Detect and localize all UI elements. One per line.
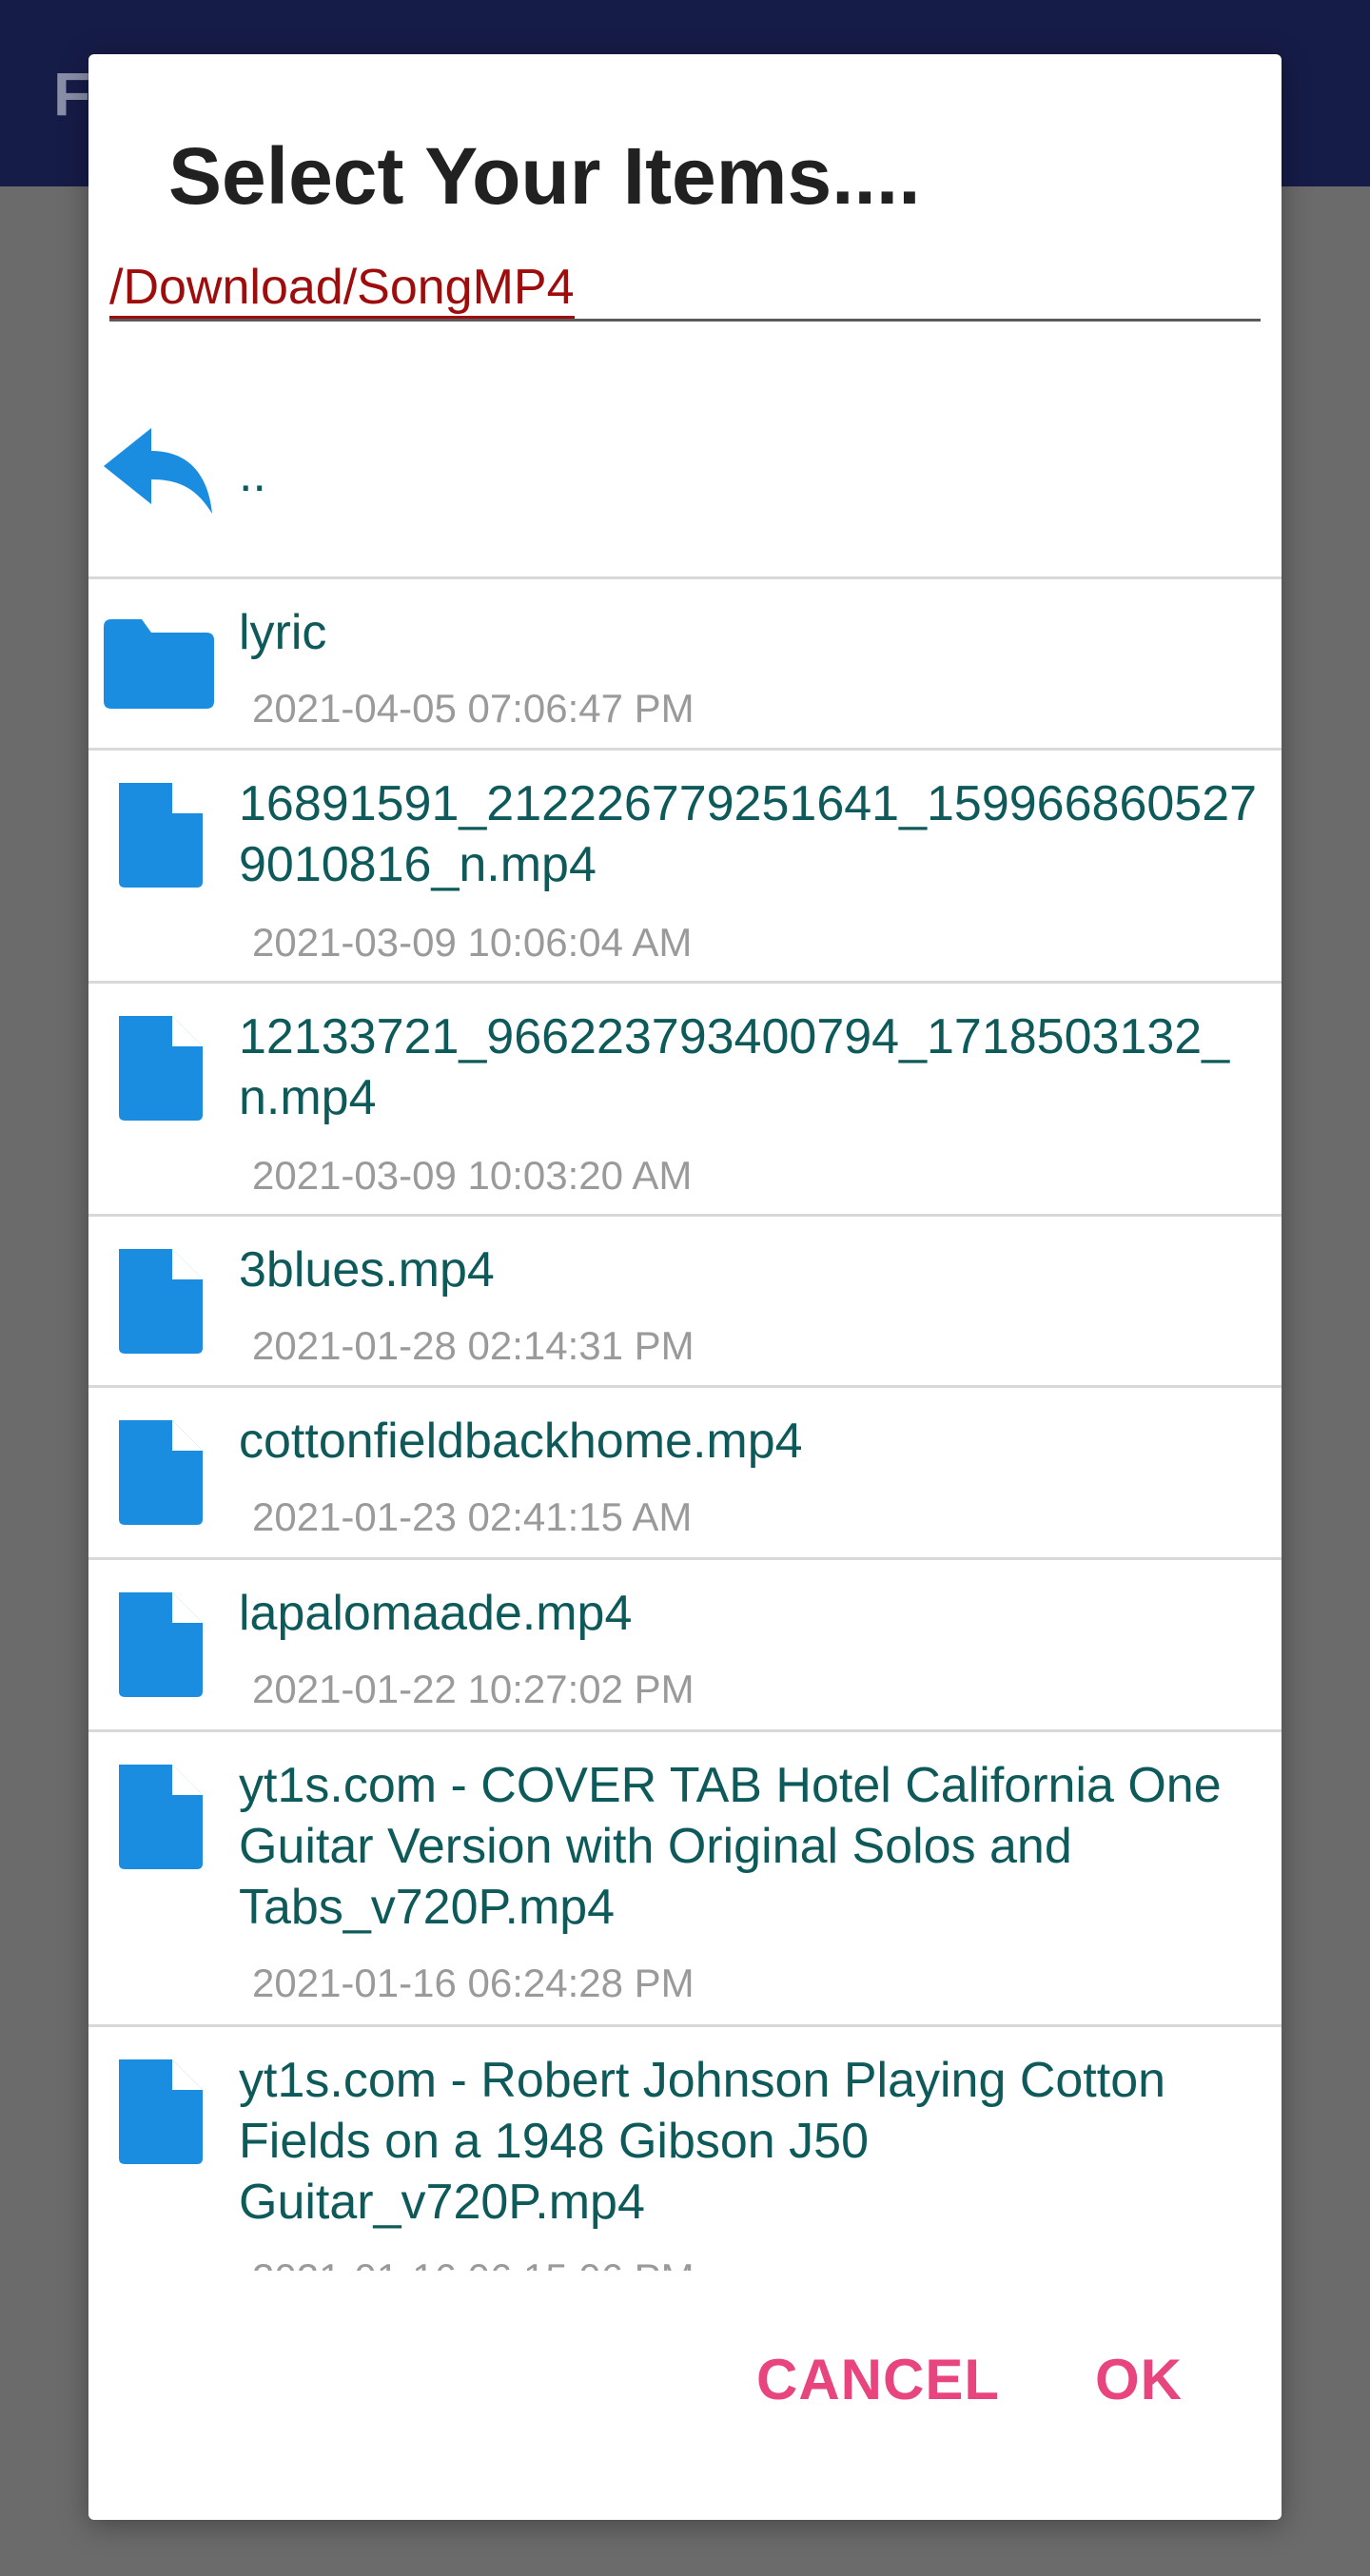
item-date: 2021-01-22 10:27:02 PM <box>252 1667 695 1711</box>
item-date: 2021-01-16 06:24:28 PM <box>252 1961 695 2005</box>
list-item[interactable]: lapalomaade.mp4 2021-01-22 10:27:02 PM <box>88 1560 1282 1732</box>
ok-button[interactable]: OK <box>1095 2347 1183 2412</box>
folder-icon <box>96 606 220 720</box>
dialog-title: Select Your Items.... <box>168 131 921 221</box>
item-name: yt1s.com - Robert Johnson Playing Cotton… <box>239 2053 1166 2230</box>
file-icon <box>96 1759 220 1873</box>
file-icon <box>96 1415 220 1529</box>
file-icon <box>96 1010 220 1124</box>
list-item[interactable]: lyric 2021-04-05 07:06:47 PM <box>88 579 1282 751</box>
item-date: 2021-03-09 10:03:20 AM <box>252 1153 693 1198</box>
item-name: cottonfieldbackhome.mp4 <box>239 1414 803 1469</box>
item-date: 2021-01-23 02:41:15 AM <box>252 1494 693 1539</box>
back-arrow-icon <box>96 416 220 530</box>
file-picker-dialog: Select Your Items.... /Download/SongMP4 … <box>88 54 1282 2520</box>
item-date: 2021-01-28 02:14:31 PM <box>252 1323 695 1368</box>
file-icon <box>96 1587 220 1701</box>
item-name: yt1s.com - COVER TAB Hotel California On… <box>239 1758 1222 1935</box>
item-name: 12133721_966223793400794_1718503132_n.mp… <box>239 1009 1230 1125</box>
list-item[interactable]: 16891591_212226779251641_159966860527901… <box>88 751 1282 984</box>
file-list[interactable]: .. lyric 2021-04-05 07:06:47 PM 16891591… <box>88 378 1282 2271</box>
item-date: 2021-01-16 06:15:06 PM <box>252 2255 695 2271</box>
list-item[interactable]: cottonfieldbackhome.mp4 2021-01-23 02:41… <box>88 1388 1282 1560</box>
file-icon <box>96 2054 220 2168</box>
item-name: 16891591_212226779251641_159966860527901… <box>239 776 1258 892</box>
parent-label: .. <box>239 447 266 502</box>
file-icon <box>96 1243 220 1357</box>
item-name: lyric <box>239 605 327 660</box>
path-field[interactable]: /Download/SongMP4 <box>109 260 1261 322</box>
item-name: lapalomaade.mp4 <box>239 1586 633 1641</box>
list-item[interactable]: 12133721_966223793400794_1718503132_n.mp… <box>88 984 1282 1217</box>
cancel-button[interactable]: CANCEL <box>756 2347 1000 2412</box>
item-date: 2021-03-09 10:06:04 AM <box>252 920 693 965</box>
file-icon <box>96 777 220 891</box>
current-path[interactable]: /Download/SongMP4 <box>109 259 575 319</box>
item-date: 2021-04-05 07:06:47 PM <box>252 686 695 731</box>
list-item[interactable]: yt1s.com - COVER TAB Hotel California On… <box>88 1732 1282 2027</box>
list-item[interactable]: 3blues.mp4 2021-01-28 02:14:31 PM <box>88 1217 1282 1388</box>
item-name: 3blues.mp4 <box>239 1242 495 1298</box>
list-item[interactable]: yt1s.com - Robert Johnson Playing Cotton… <box>88 2027 1282 2271</box>
dialog-actions: CANCEL OK <box>88 2299 1282 2489</box>
app-bar-title: F <box>53 60 91 128</box>
list-item-parent[interactable]: .. <box>88 378 1282 579</box>
